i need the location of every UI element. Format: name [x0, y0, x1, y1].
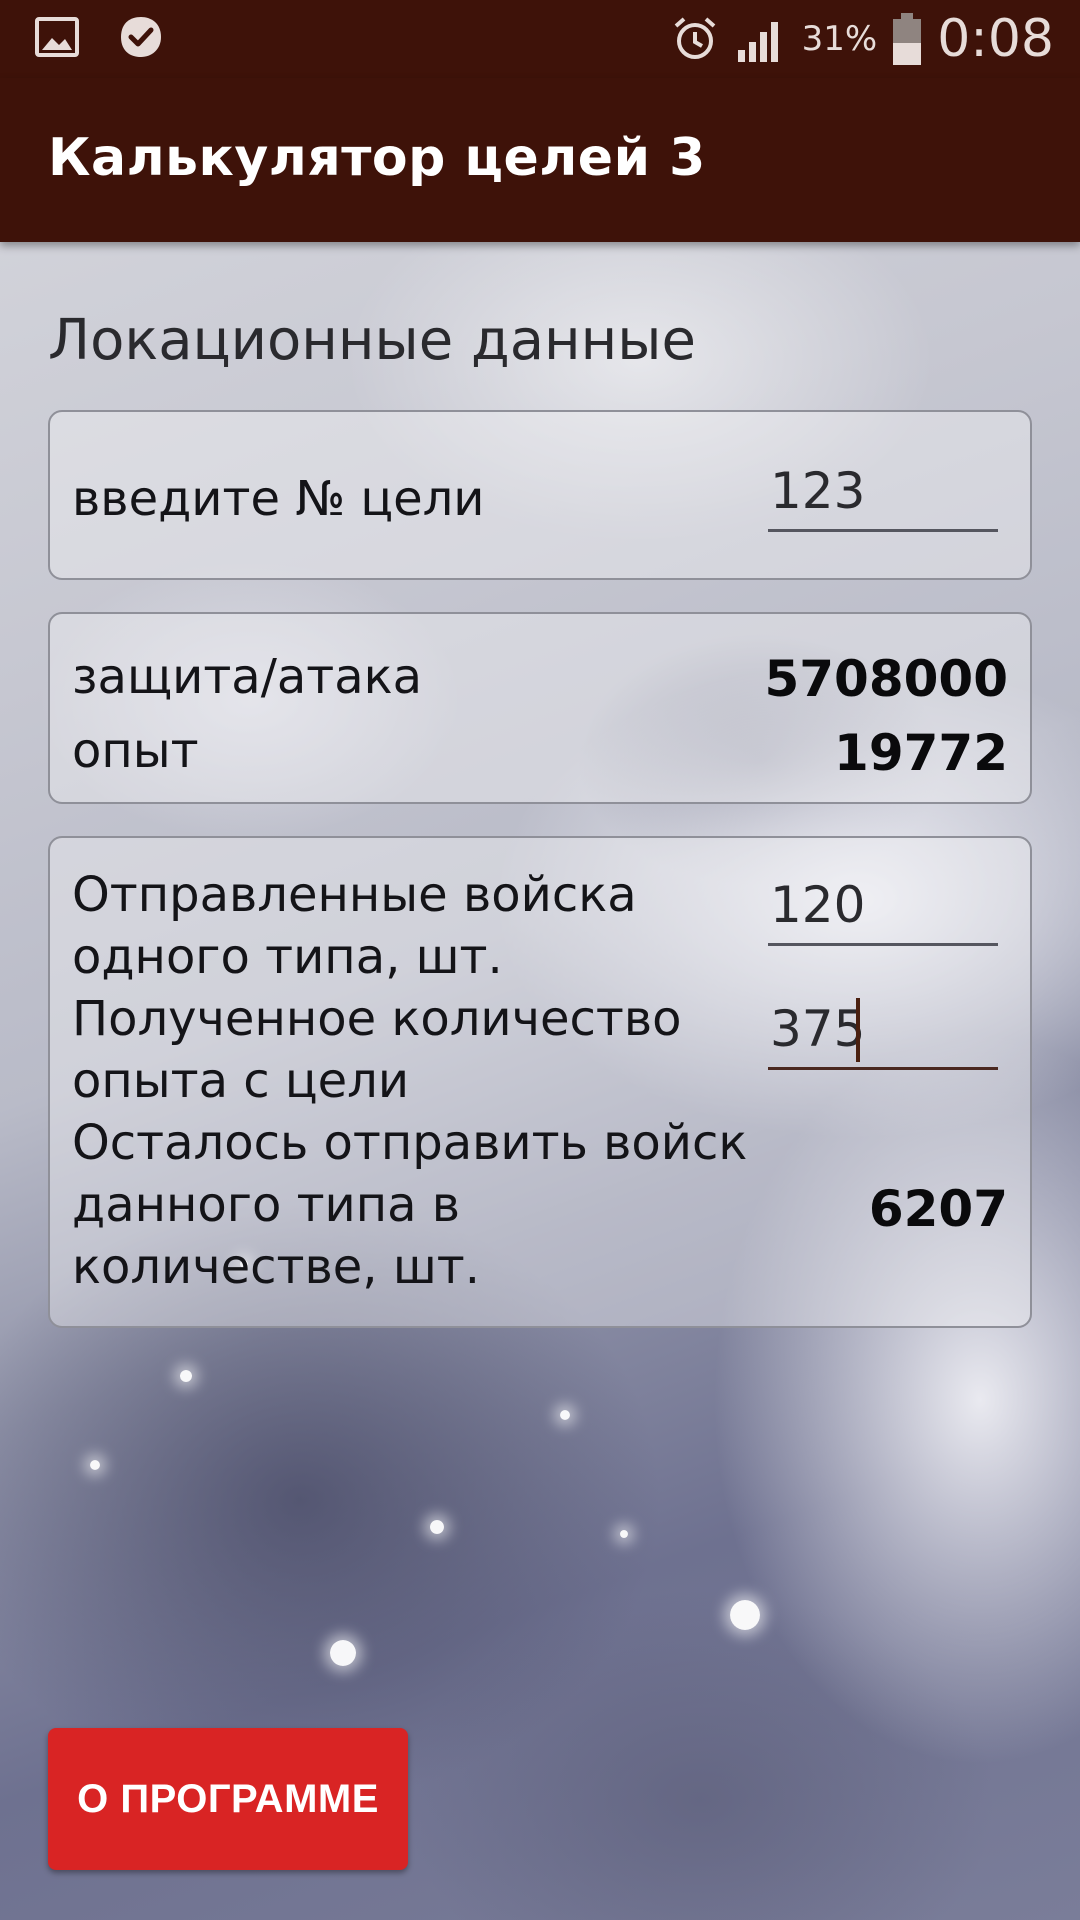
signal-icon [737, 22, 778, 62]
received-exp-input[interactable] [768, 990, 998, 1070]
defense-attack-label: защита/атака [72, 649, 423, 705]
remaining-troops-label-line1: Осталось отправить войск [72, 1115, 748, 1171]
experience-label: опыт [72, 723, 199, 779]
received-exp-label-line2: опыта с цели [72, 1053, 410, 1109]
target-number-label: введите № цели [72, 471, 485, 527]
app-title: Калькулятор целей 3 [48, 128, 706, 188]
city-light [620, 1530, 628, 1538]
clock: 0:08 [937, 9, 1054, 69]
sent-troops-input[interactable] [768, 866, 998, 946]
text-cursor [856, 998, 860, 1062]
stats-card: защита/атака 5708000 опыт 19772 [48, 612, 1032, 804]
battery-percent: 31% [801, 19, 878, 59]
remaining-troops-label-line3: количестве, шт. [72, 1239, 480, 1295]
status-bar: 31% 0:08 [0, 0, 1080, 78]
city-light [730, 1600, 760, 1630]
sent-troops-label-line1: Отправленные войска [72, 867, 637, 923]
received-exp-label-line1: Полученное количество [72, 991, 682, 1047]
battery-icon [893, 13, 922, 65]
city-light [180, 1370, 192, 1382]
app-bar: Калькулятор целей 3 [0, 78, 1080, 242]
alarm-icon [674, 17, 715, 59]
target-number-input[interactable] [768, 452, 998, 532]
remaining-troops-label-line2: данного типа в [72, 1177, 461, 1233]
city-light [560, 1410, 570, 1420]
city-light [430, 1520, 444, 1534]
about-button[interactable]: О ПРОГРАММЕ [48, 1728, 408, 1870]
section-title: Локационные данные [48, 308, 696, 373]
gallery-icon [35, 17, 79, 57]
experience-value: 19772 [834, 724, 1008, 782]
target-card: введите № цели [48, 410, 1032, 580]
troops-card: Отправленные войска одного типа, шт. Пол… [48, 836, 1032, 1328]
city-light [330, 1640, 356, 1666]
defense-attack-value: 5708000 [764, 650, 1008, 708]
sent-troops-label-line2: одного типа, шт. [72, 929, 503, 985]
check-badge-icon [121, 17, 161, 57]
city-light [90, 1460, 100, 1470]
remaining-troops-value: 6207 [868, 1180, 1008, 1238]
